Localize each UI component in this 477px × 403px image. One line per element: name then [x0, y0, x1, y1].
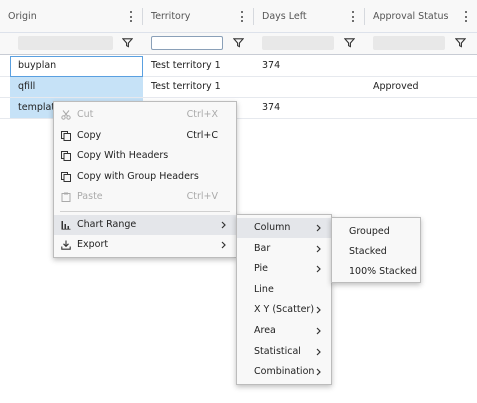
menu-item-label: Export — [77, 239, 109, 250]
chevron-right-icon — [316, 368, 321, 376]
copy-icon — [61, 172, 71, 182]
submenu-item-combination[interactable]: Combination — [237, 362, 331, 382]
submenu-item-pie[interactable]: Pie — [237, 259, 331, 279]
menu-item-label: Grouped — [349, 226, 390, 237]
menu-item-label: X Y (Scatter) — [254, 304, 315, 315]
filter-cell-days-left — [254, 33, 364, 55]
cell-days-left[interactable] — [254, 77, 364, 97]
bar-chart-icon — [61, 221, 71, 230]
filter-icon[interactable] — [122, 37, 133, 48]
filter-cell-territory — [143, 33, 253, 55]
menu-item-copy-with-headers[interactable]: Copy With Headers — [54, 146, 236, 166]
cell-approval-status[interactable] — [365, 98, 477, 118]
chevron-right-icon — [316, 224, 321, 232]
cell-origin[interactable]: qfill — [10, 77, 143, 97]
column-menu-icon[interactable] — [351, 11, 354, 22]
cell-days-left[interactable]: 374 — [254, 56, 364, 76]
context-menu: Cut Ctrl+X Copy Ctrl+C Copy With Headers… — [53, 101, 237, 258]
chevron-right-icon — [316, 306, 321, 314]
column-header-label: Approval Status — [373, 11, 449, 22]
filter-input[interactable] — [18, 36, 113, 50]
chevron-right-icon — [316, 245, 321, 253]
menu-item-label: Combination — [254, 366, 315, 377]
menu-item-shortcut: Ctrl+C — [186, 130, 219, 141]
column-header-origin[interactable]: Origin — [0, 0, 142, 33]
cell-origin[interactable]: buyplan — [10, 56, 143, 77]
menu-item-label: Copy — [77, 130, 102, 141]
cell-approval-status[interactable]: Approved — [365, 77, 477, 97]
download-icon — [61, 240, 71, 250]
scissors-icon — [61, 110, 71, 120]
submenu-item-area[interactable]: Area — [237, 321, 331, 341]
menu-item-chart-range[interactable]: Chart Range — [54, 215, 236, 235]
chevron-right-icon — [316, 348, 321, 356]
menu-item-cut[interactable]: Cut Ctrl+X — [54, 105, 236, 125]
chevron-right-icon — [316, 265, 321, 273]
menu-item-label: Statistical — [254, 346, 301, 357]
column-header-territory[interactable]: Territory — [143, 0, 253, 33]
cell-days-left[interactable]: 374 — [254, 98, 364, 118]
cell-approval-status[interactable] — [365, 56, 477, 76]
submenu-item-grouped[interactable]: Grouped — [332, 222, 420, 242]
menu-item-label: 100% Stacked — [349, 266, 418, 277]
menu-item-label: Bar — [254, 243, 271, 254]
submenu-item-column[interactable]: Column — [237, 218, 331, 238]
menu-item-copy-with-group-headers[interactable]: Copy with Group Headers — [54, 167, 236, 187]
filter-cell-origin — [0, 33, 142, 55]
column-chart-submenu: Grouped Stacked 100% Stacked — [331, 217, 421, 283]
menu-item-label: Paste — [77, 191, 103, 202]
chevron-right-icon — [316, 327, 321, 335]
clipboard-icon — [61, 192, 71, 202]
submenu-item-line[interactable]: Line — [237, 280, 331, 300]
submenu-item-statistical[interactable]: Statistical — [237, 342, 331, 362]
column-header-label: Days Left — [262, 11, 307, 22]
column-menu-icon[interactable] — [464, 11, 467, 22]
menu-item-label: Area — [254, 325, 276, 336]
menu-item-label: Pie — [254, 263, 269, 274]
menu-item-copy[interactable]: Copy Ctrl+C — [54, 126, 236, 146]
submenu-item-stacked[interactable]: Stacked — [332, 242, 420, 262]
column-header-days-left[interactable]: Days Left — [254, 0, 364, 33]
menu-item-label: Column — [254, 222, 291, 233]
chevron-right-icon — [221, 241, 226, 249]
cell-territory[interactable]: Test territory 1 — [143, 56, 253, 76]
table-row[interactable]: buyplan Test territory 1 374 — [0, 56, 477, 77]
filter-icon[interactable] — [233, 37, 244, 48]
column-menu-icon[interactable] — [129, 11, 132, 22]
filter-row — [0, 33, 477, 55]
column-header-approval-status[interactable]: Approval Status — [365, 0, 477, 33]
chevron-right-icon — [221, 221, 226, 229]
menu-item-label: Copy with Group Headers — [77, 171, 199, 182]
cell-territory[interactable]: Test territory 1 — [143, 77, 253, 97]
column-menu-icon[interactable] — [240, 11, 243, 22]
submenu-item-100-stacked[interactable]: 100% Stacked — [332, 262, 420, 282]
chart-type-submenu: Column Bar Pie Line X Y (Scatter) Area S… — [236, 214, 332, 385]
menu-item-paste[interactable]: Paste Ctrl+V — [54, 187, 236, 207]
filter-icon[interactable] — [344, 37, 355, 48]
menu-item-label: Stacked — [349, 246, 387, 257]
menu-item-label: Chart Range — [77, 219, 137, 230]
copy-icon — [61, 151, 71, 161]
menu-item-shortcut: Ctrl+X — [186, 109, 218, 120]
filter-cell-approval-status — [365, 33, 477, 55]
filter-input[interactable] — [151, 36, 223, 50]
filter-icon[interactable] — [455, 37, 466, 48]
column-header-label: Origin — [8, 11, 37, 22]
filter-input[interactable] — [262, 36, 334, 50]
copy-icon — [61, 131, 71, 141]
menu-item-label: Copy With Headers — [77, 150, 169, 161]
table-row[interactable]: qfill Test territory 1 Approved — [0, 77, 477, 98]
filter-input[interactable] — [373, 36, 445, 50]
header-row: Origin Territory Days Left Approval Stat… — [0, 0, 477, 33]
menu-item-shortcut: Ctrl+V — [186, 191, 218, 202]
submenu-item-bar[interactable]: Bar — [237, 239, 331, 259]
submenu-item-scatter[interactable]: X Y (Scatter) — [237, 300, 331, 320]
column-header-label: Territory — [151, 11, 191, 22]
menu-item-export[interactable]: Export — [54, 235, 236, 255]
menu-separator — [60, 211, 230, 212]
menu-item-label: Line — [254, 284, 274, 295]
menu-item-label: Cut — [77, 109, 94, 120]
